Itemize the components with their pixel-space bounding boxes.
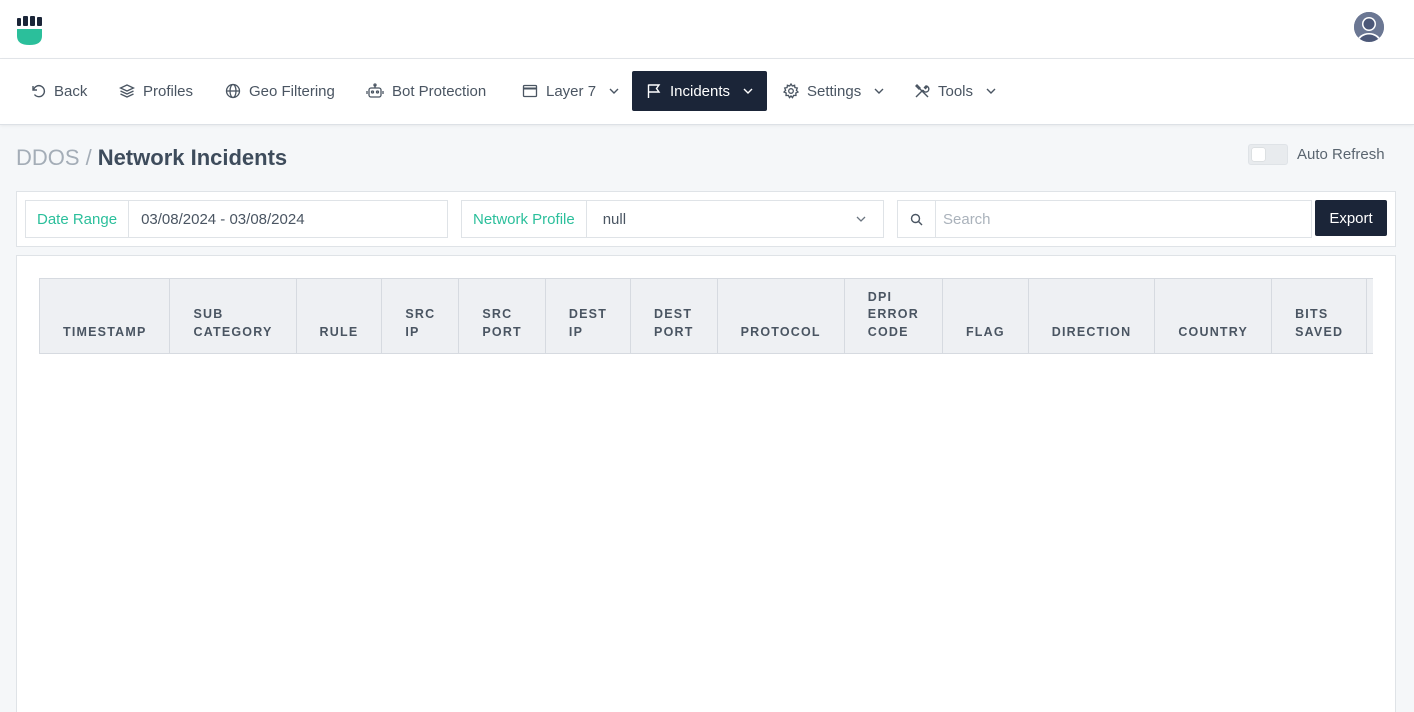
nav-back[interactable]: Back: [16, 71, 101, 111]
column-header-label: BITS: [1295, 307, 1329, 321]
breadcrumb-separator: /: [85, 145, 92, 170]
filter-bar: Date Range 03/08/2024 - 03/08/2024 Netwo…: [16, 191, 1396, 247]
flag-icon: [647, 84, 661, 98]
column-header-label: DEST: [654, 307, 693, 321]
column-header-label: SUB: [193, 307, 224, 321]
incidents-table: TIMESTAMP SUB CATEGORY RULE SRC IP SRC PORT DEST…: [39, 278, 1373, 354]
column-header-label: DPI: [867, 289, 893, 304]
network-profile-value[interactable]: null: [587, 201, 855, 237]
column-header-label: ERROR: [867, 307, 919, 321]
nav-bot-protection-label: Bot Protection: [392, 82, 487, 100]
nav-back-label: Back: [54, 82, 88, 100]
nav-settings-label: Settings: [807, 82, 862, 100]
auto-refresh: Auto Refresh: [1248, 144, 1385, 165]
network-profile-select[interactable]: Network Profile null: [461, 200, 884, 238]
column-header-label: SAVED: [1295, 324, 1344, 339]
column-header-label: IP: [568, 324, 584, 339]
auto-refresh-label: Auto Refresh: [1297, 146, 1385, 163]
column-header[interactable]: FLAG: [941, 278, 1029, 354]
column-header-label: TIMESTAMP: [63, 324, 147, 339]
auto-refresh-toggle[interactable]: [1248, 144, 1288, 165]
column-header[interactable]: COUNTRY: [1366, 278, 1373, 354]
breadcrumb-root[interactable]: DDOS: [16, 145, 80, 170]
column-header[interactable]: PROTOCOL: [716, 278, 845, 354]
undo-icon: [32, 84, 46, 98]
robot-icon: [366, 83, 384, 98]
column-header-label: SRC: [482, 307, 513, 321]
chevron-down-icon: [743, 88, 753, 94]
nav-geo-filtering-label: Geo Filtering: [249, 82, 335, 100]
nav-tools[interactable]: Tools: [900, 71, 1011, 111]
column-header-label: FLAG: [965, 324, 1005, 339]
column-header[interactable]: TIMESTAMP: [39, 278, 171, 354]
nav-incidents[interactable]: Incidents: [632, 71, 767, 111]
column-header[interactable]: SUB CATEGORY: [169, 278, 297, 354]
toggle-knob: [1252, 148, 1265, 161]
nav-profiles-label: Profiles: [143, 82, 194, 100]
table-header-row: TIMESTAMP SUB CATEGORY RULE SRC IP SRC PORT DEST…: [39, 278, 1373, 354]
incidents-table-scroll[interactable]: TIMESTAMP SUB CATEGORY RULE SRC IP SRC PORT DEST…: [39, 278, 1373, 354]
column-header[interactable]: COUNTRY: [1154, 278, 1273, 354]
nav-geo-filtering[interactable]: Geo Filtering: [211, 71, 349, 111]
column-header[interactable]: SRC PORT: [458, 278, 546, 354]
column-header-label: DEST: [568, 307, 608, 321]
nav-settings[interactable]: Settings: [769, 71, 899, 111]
column-header[interactable]: DIRECTION: [1027, 278, 1156, 354]
search-input[interactable]: [936, 201, 1311, 237]
chevron-down-icon: [609, 88, 619, 94]
column-header-label: PORT: [654, 324, 694, 339]
nav-layer-7[interactable]: Layer 7: [508, 71, 634, 111]
column-header-label: CATEGORY: [193, 324, 273, 339]
nav-layer-7-label: Layer 7: [546, 82, 597, 100]
column-header-label: IP: [405, 324, 420, 339]
date-range-value[interactable]: 03/08/2024 - 03/08/2024: [129, 201, 447, 237]
gear-icon: [783, 83, 799, 99]
column-header[interactable]: BITS SAVED: [1271, 278, 1368, 354]
page-title: Network Incidents: [97, 145, 288, 170]
nav-tools-label: Tools: [938, 82, 974, 100]
tools-icon: [915, 84, 930, 98]
column-header-label: SRC: [405, 307, 436, 321]
column-header[interactable]: DEST PORT: [630, 278, 718, 354]
export-button[interactable]: Export: [1315, 200, 1387, 236]
globe-icon: [225, 83, 241, 99]
column-header-label: RULE: [319, 324, 359, 339]
fist-logo-icon[interactable]: [16, 15, 44, 46]
nav-bot-protection[interactable]: Bot Protection: [352, 71, 500, 111]
date-range-label: Date Range: [26, 201, 130, 237]
layers-icon: [119, 84, 135, 98]
chevron-down-icon: [874, 88, 884, 94]
network-profile-label: Network Profile: [462, 201, 587, 237]
chevron-down-icon[interactable]: [855, 201, 883, 237]
column-header-label: DIRECTION: [1051, 324, 1132, 339]
search-group: [897, 200, 1312, 238]
breadcrumb: DDOS / Network Incidents: [16, 145, 287, 171]
column-header-label: PORT: [482, 324, 522, 339]
column-header-label: PROTOCOL: [740, 324, 821, 339]
column-header[interactable]: DEST IP: [544, 278, 632, 354]
main-nav: Back Profiles Geo Filtering Bot Protecti…: [0, 59, 1414, 125]
nav-incidents-label: Incidents: [670, 82, 731, 100]
column-header-label: CODE: [867, 324, 909, 339]
date-range-picker[interactable]: Date Range 03/08/2024 - 03/08/2024: [25, 200, 448, 238]
window-icon: [522, 84, 538, 98]
search-icon: [898, 201, 936, 237]
top-bar: [0, 0, 1414, 59]
column-header[interactable]: RULE: [295, 278, 383, 354]
chevron-down-icon: [986, 88, 996, 94]
column-header[interactable]: SRC IP: [381, 278, 460, 354]
user-avatar-icon[interactable]: [1354, 12, 1384, 42]
incidents-card: TIMESTAMP SUB CATEGORY RULE SRC IP SRC PORT DEST…: [16, 255, 1396, 712]
column-header[interactable]: DPI ERROR CODE: [843, 278, 943, 354]
nav-profiles[interactable]: Profiles: [105, 71, 207, 111]
column-header-label: COUNTRY: [1178, 324, 1249, 339]
